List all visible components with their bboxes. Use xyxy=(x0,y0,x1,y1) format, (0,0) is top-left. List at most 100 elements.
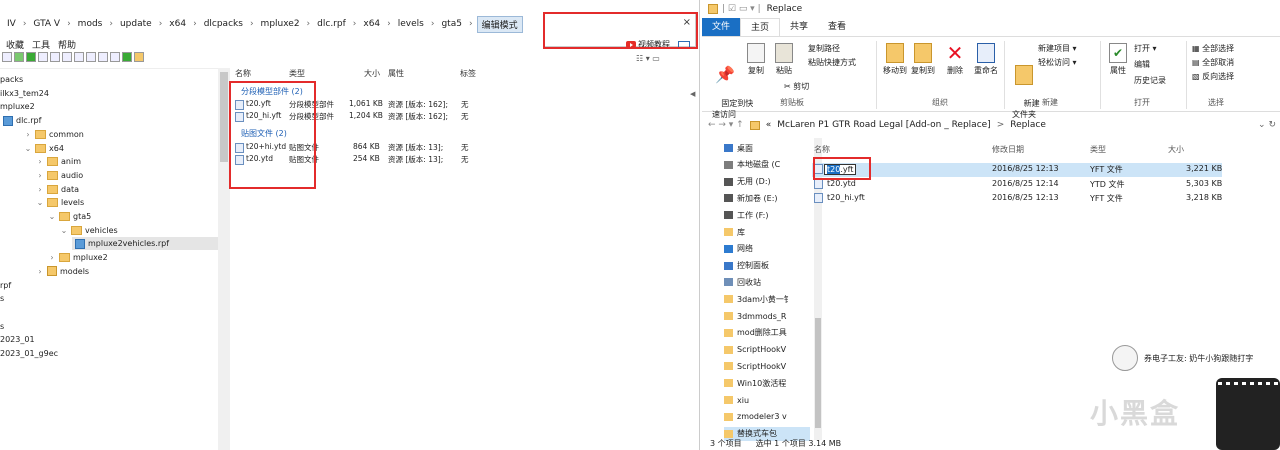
col-name[interactable]: 名称 xyxy=(235,68,251,79)
dropdown-icon[interactable]: ⌄ ↻ xyxy=(1258,120,1276,130)
tree-item[interactable]: mpluxe2vehicles.rpf xyxy=(72,237,218,251)
nav-item[interactable]: ScriptHookV xyxy=(724,343,810,357)
breadcrumb-item[interactable]: update xyxy=(113,19,159,29)
tree-item[interactable]: mpluxe2 xyxy=(0,100,35,113)
tree-item[interactable]: › audio xyxy=(36,169,83,182)
edit-button[interactable]: 编辑 xyxy=(1134,59,1150,70)
nav-item[interactable]: 库 xyxy=(724,225,810,239)
nav-item[interactable]: ScriptHookV xyxy=(724,359,810,373)
tree-item[interactable]: rpf xyxy=(0,279,11,292)
export-icon[interactable] xyxy=(74,52,84,62)
col-name[interactable]: 名称 xyxy=(814,144,830,155)
menu-help[interactable]: 帮助 xyxy=(58,38,76,52)
breadcrumb-item[interactable]: dlcpacks xyxy=(197,19,250,29)
menu-favorites[interactable]: 收藏 xyxy=(6,38,24,52)
save-icon[interactable] xyxy=(62,52,72,62)
tree-item[interactable]: s xyxy=(0,320,4,333)
file-row[interactable]: t20.ytd 2016/8/25 12:14 YTD 文件 5,303 KB xyxy=(812,178,1222,192)
tab-home[interactable]: 主页 xyxy=(740,18,781,36)
play-icon[interactable] xyxy=(26,52,36,62)
delete-button[interactable]: ✕ 删除 xyxy=(944,43,966,76)
chevron-down-icon[interactable]: ⌄ xyxy=(48,212,56,221)
address-back[interactable]: « xyxy=(766,120,772,130)
select-all-button[interactable]: ▦ 全部选择 xyxy=(1192,43,1234,54)
breadcrumb-item[interactable]: IV xyxy=(0,19,23,29)
history-button[interactable]: 历史记录 xyxy=(1134,75,1166,86)
tree-item[interactable]: ⌄ gta5 xyxy=(48,210,91,223)
file-row[interactable]: t20.yft 2016/8/25 12:13 YFT 文件 3,221 KB xyxy=(812,163,1222,177)
tool-icon[interactable] xyxy=(2,52,12,62)
nav-item[interactable]: 无用 (D:) xyxy=(724,175,810,189)
breadcrumb-item[interactable]: dlc.rpf xyxy=(310,19,353,29)
copy-to-button[interactable]: 复制到 xyxy=(910,43,936,76)
copy-button[interactable]: 复制 xyxy=(744,43,768,76)
chevron-down-icon[interactable]: ⌄ xyxy=(36,198,44,207)
chevron-right-icon[interactable]: › xyxy=(48,253,56,262)
nav-item[interactable]: 3dam小黄一钅 xyxy=(724,292,810,306)
chevron-right-icon[interactable]: › xyxy=(36,267,44,276)
tree-item[interactable]: › mpluxe2 xyxy=(48,251,108,264)
folder-icon[interactable] xyxy=(134,52,144,62)
refresh-icon[interactable] xyxy=(14,52,24,62)
tree-item[interactable]: ilkx3_tem24 xyxy=(0,87,49,100)
copy-path-button[interactable]: 复制路径 xyxy=(808,43,840,54)
menu-tools[interactable]: 工具 xyxy=(32,38,50,52)
import-icon[interactable] xyxy=(86,52,96,62)
new-icon[interactable] xyxy=(38,52,48,62)
chevron-right-icon[interactable]: › xyxy=(36,157,44,166)
tree-item[interactable]: › common xyxy=(24,128,84,141)
invert-selection-button[interactable]: ▧ 反向选择 xyxy=(1192,71,1234,82)
tree-item[interactable]: 2023_01_g9ec xyxy=(0,347,58,360)
tree-item[interactable]: ⌄ vehicles xyxy=(60,224,118,237)
new-item-button[interactable]: 新建项目 ▾ xyxy=(1038,43,1077,54)
nav-item[interactable]: 回收站 xyxy=(724,275,810,289)
easy-access-button[interactable]: 轻松访问 ▾ xyxy=(1038,57,1077,68)
tree-item[interactable]: ⌄ x64 xyxy=(24,142,64,155)
breadcrumb-item[interactable]: x64 xyxy=(356,19,387,29)
tree-item[interactable]: › anim xyxy=(36,155,81,168)
col-type[interactable]: 类型 xyxy=(1090,144,1106,155)
select-none-button[interactable]: ▤ 全部取消 xyxy=(1192,57,1234,68)
paste-button[interactable]: 粘贴 xyxy=(772,43,796,76)
breadcrumb-item[interactable]: levels xyxy=(391,19,431,29)
nav-item[interactable]: 控制面板 xyxy=(724,259,810,273)
tree-item[interactable]: s xyxy=(0,292,4,305)
copy-icon[interactable] xyxy=(98,52,108,62)
nav-item[interactable]: xiu xyxy=(724,393,810,407)
breadcrumb-item[interactable]: mods xyxy=(71,19,110,29)
breadcrumb-item[interactable]: GTA V xyxy=(26,19,67,29)
col-attr[interactable]: 属性 xyxy=(388,68,404,79)
col-size[interactable]: 大小 xyxy=(1168,144,1184,155)
rename-button[interactable]: 重命名 xyxy=(972,43,1000,76)
nav-item[interactable]: 桌面 xyxy=(724,141,810,155)
nav-item[interactable]: 3dmmods_R xyxy=(724,309,810,323)
address-segment[interactable]: McLaren P1 GTR Road Legal [Add-on _ Repl… xyxy=(777,120,990,130)
tree-item[interactable]: dlc.rpf xyxy=(0,114,41,127)
breadcrumb-item[interactable]: x64 xyxy=(162,19,193,29)
breadcrumb-item[interactable]: mpluxe2 xyxy=(254,19,307,29)
file-row[interactable]: t20_hi.yft 2016/8/25 12:13 YFT 文件 3,218 … xyxy=(812,192,1222,206)
nav-item[interactable]: 本地磁盘 (C xyxy=(724,158,810,172)
open-button[interactable]: 打开 ▾ xyxy=(1134,43,1157,54)
chevron-right-icon[interactable]: › xyxy=(36,185,44,194)
tree-item[interactable]: ⌄ levels xyxy=(36,196,84,209)
chevron-right-icon[interactable]: › xyxy=(24,130,32,139)
tree-item[interactable]: packs xyxy=(0,73,23,86)
nav-item[interactable]: mod删除工具 xyxy=(724,326,810,340)
tab-view[interactable]: 查看 xyxy=(818,18,856,36)
chevron-down-icon[interactable]: ⌄ xyxy=(60,226,68,235)
col-tag[interactable]: 标签 xyxy=(460,68,476,79)
col-size[interactable]: 大小 xyxy=(364,68,380,79)
nav-item[interactable]: 工作 (F:) xyxy=(724,208,810,222)
quick-access-icons[interactable]: | ☑ ▭ ▾ | xyxy=(722,4,761,14)
nav-item[interactable]: Win10激活程 xyxy=(724,376,810,390)
paste-icon[interactable] xyxy=(110,52,120,62)
properties-button[interactable]: ✔ 属性 xyxy=(1106,43,1130,76)
tree-scroll-thumb[interactable] xyxy=(220,72,228,162)
chevron-down-icon[interactable]: ⌄ xyxy=(24,144,32,153)
address-segment[interactable]: Replace xyxy=(1010,120,1046,130)
nav-arrows-icon[interactable]: ← → ▾ ↑ xyxy=(708,120,744,130)
tree-item[interactable]: 2023_01 xyxy=(0,333,35,346)
tab-share[interactable]: 共享 xyxy=(780,18,818,36)
collapse-arrow-icon[interactable]: ◀ xyxy=(690,90,695,98)
